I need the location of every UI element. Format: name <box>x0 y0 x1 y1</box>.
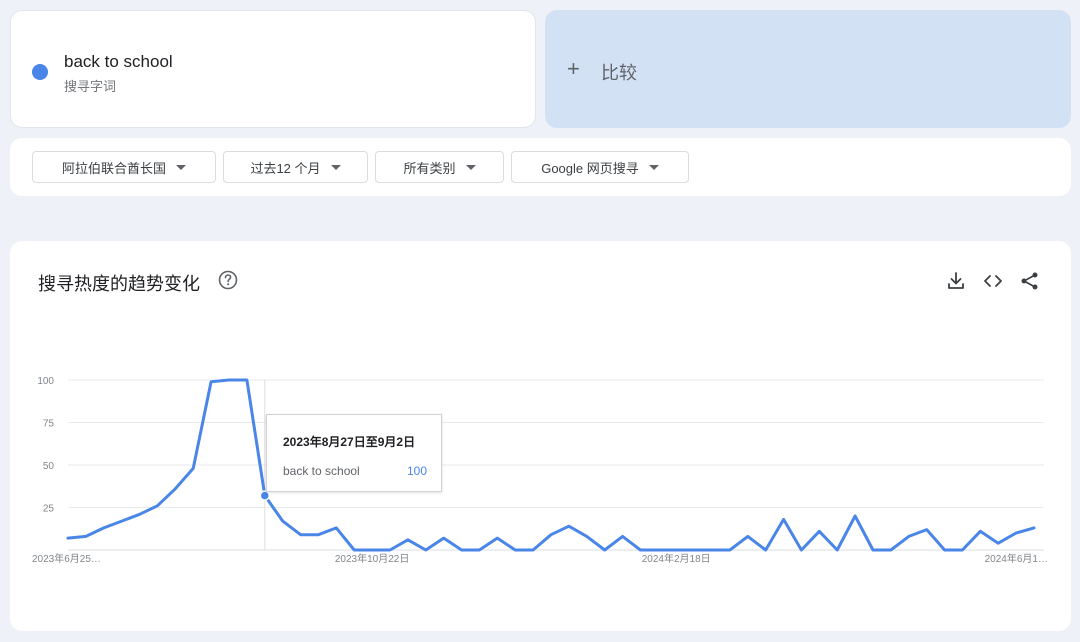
y-tick-label: 50 <box>43 461 55 472</box>
trend-chart: 100 75 50 25 2023年6月25… 2023年10月22日 2024年2月18日… <box>32 376 1048 565</box>
tooltip-term: back to school <box>283 464 360 478</box>
highlight-point <box>259 490 271 501</box>
region-filter[interactable]: 阿拉伯联合酋长国 <box>32 151 216 183</box>
filter-bar: 阿拉伯联合酋长国 过去12 个月 所有类别 Google 网页搜寻 <box>10 138 1071 196</box>
x-tick-label: 2024年2月18日 <box>642 552 711 565</box>
plus-icon: + <box>567 56 580 81</box>
compare-button[interactable]: + 比较 <box>545 10 1071 128</box>
tooltip-date: 2023年8月27日至9月2日 <box>283 435 416 449</box>
chart-tooltip: 2023年8月27日至9月2日 back to school 100 <box>266 414 442 492</box>
category-filter[interactable]: 所有类别 <box>375 151 504 183</box>
caret-down-icon <box>176 164 186 170</box>
compare-label: 比较 <box>601 63 637 83</box>
caret-down-icon <box>465 164 476 170</box>
search-term-name[interactable]: back to school <box>64 52 173 72</box>
search-term-subtitle: 搜寻字词 <box>64 79 117 94</box>
interest-over-time-card: 搜寻热度的趋势变化 100 75 50 25 2023年6月25… 2023年10月22日… <box>10 241 1071 631</box>
x-tick-label: 2024年6月1… <box>985 552 1048 565</box>
search-term-card[interactable]: back to school 搜寻字词 <box>10 10 536 128</box>
category-filter-label: 所有类别 <box>403 160 456 176</box>
x-tick-label: 2023年10月22日 <box>335 552 410 565</box>
tooltip-value: 100 <box>406 464 427 478</box>
y-tick-label: 75 <box>43 419 55 430</box>
region-filter-label: 阿拉伯联合酋长国 <box>61 160 166 176</box>
search-type-filter-label: Google 网页搜寻 <box>541 160 639 176</box>
y-tick-label: 100 <box>37 376 54 387</box>
time-filter-label: 过去12 个月 <box>250 160 321 176</box>
time-filter[interactable]: 过去12 个月 <box>223 151 368 183</box>
y-tick-label: 25 <box>43 504 55 515</box>
caret-down-icon <box>330 164 341 170</box>
search-type-filter[interactable]: Google 网页搜寻 <box>511 151 689 183</box>
caret-down-icon <box>648 164 659 170</box>
term-color-dot <box>32 64 48 80</box>
x-tick-label: 2023年6月25… <box>32 552 101 565</box>
